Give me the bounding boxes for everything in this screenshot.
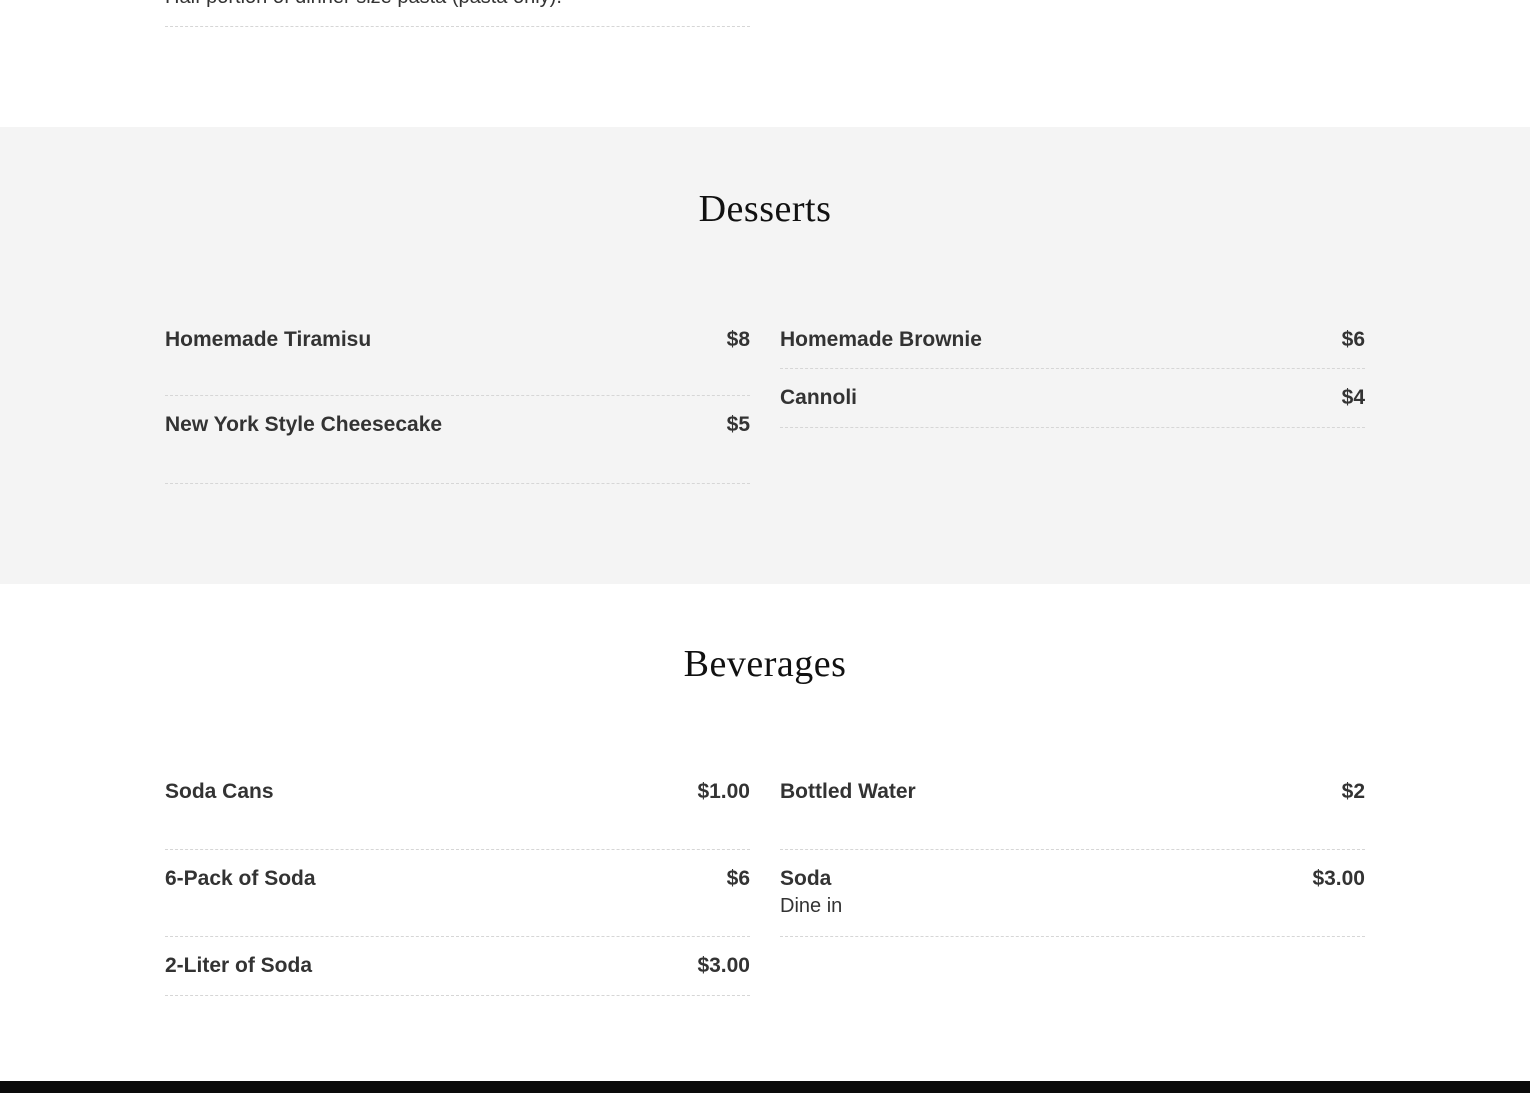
menu-item-name: Bottled Water bbox=[780, 780, 916, 803]
menu-item-name: Homemade Tiramisu bbox=[165, 328, 372, 351]
beverages-section: Beverages Soda Cans $1.00 6-Pack of Soda… bbox=[0, 584, 1530, 1081]
menu-page: Half portion of dinner size pasta (pasta… bbox=[0, 0, 1530, 1093]
menu-item-price: $6 bbox=[726, 867, 750, 890]
menu-item-name: Homemade Brownie bbox=[780, 328, 982, 351]
menu-item-name: Soda bbox=[780, 867, 832, 890]
menu-item-price: $3.00 bbox=[697, 954, 750, 977]
menu-item-name: Cannoli bbox=[780, 386, 857, 409]
desserts-section: Desserts Homemade Tiramisu $8 New York S… bbox=[0, 127, 1530, 584]
menu-item-description: Dine in bbox=[780, 895, 843, 917]
menu-item: Homemade Tiramisu $8 bbox=[165, 328, 750, 396]
menu-item: Bottled Water $2 bbox=[780, 780, 1365, 850]
section-title-desserts: Desserts bbox=[698, 188, 832, 230]
menu-item: Half portion of dinner size pasta (pasta… bbox=[165, 0, 750, 27]
menu-item-price: $1.00 bbox=[697, 780, 750, 803]
menu-item-price: $3.00 bbox=[1312, 867, 1365, 890]
desserts-column-left: Homemade Tiramisu $8 New York Style Chee… bbox=[165, 328, 750, 484]
menu-item-description: Half portion of dinner size pasta (pasta… bbox=[165, 0, 562, 9]
desserts-column-right: Homemade Brownie $6 Cannoli $4 bbox=[780, 328, 1365, 428]
footer-bar bbox=[0, 1081, 1530, 1093]
pasta-section-tail: Half portion of dinner size pasta (pasta… bbox=[0, 0, 1530, 127]
menu-item: New York Style Cheesecake $5 bbox=[165, 396, 750, 484]
menu-item-name: 6-Pack of Soda bbox=[165, 867, 316, 890]
menu-item: Homemade Brownie $6 bbox=[780, 328, 1365, 369]
menu-item: Cannoli $4 bbox=[780, 369, 1365, 428]
section-title-beverages: Beverages bbox=[683, 643, 847, 685]
menu-item-price: $2 bbox=[1341, 780, 1365, 803]
menu-item: Soda $3.00 Dine in bbox=[780, 850, 1365, 937]
menu-item: Soda Cans $1.00 bbox=[165, 780, 750, 850]
menu-item-name: New York Style Cheesecake bbox=[165, 413, 443, 436]
menu-item: 2-Liter of Soda $3.00 bbox=[165, 937, 750, 996]
menu-item-name: Soda Cans bbox=[165, 780, 274, 803]
beverages-column-right: Bottled Water $2 Soda $3.00 Dine in bbox=[780, 780, 1365, 937]
menu-item-price: $8 bbox=[726, 328, 750, 351]
menu-item-price: $6 bbox=[1341, 328, 1365, 351]
menu-item-price: $4 bbox=[1341, 386, 1365, 409]
menu-item: 6-Pack of Soda $6 bbox=[165, 850, 750, 937]
menu-item-name: 2-Liter of Soda bbox=[165, 954, 313, 977]
beverages-column-left: Soda Cans $1.00 6-Pack of Soda $6 2-Lite… bbox=[165, 780, 750, 996]
menu-item-price: $5 bbox=[726, 413, 750, 436]
